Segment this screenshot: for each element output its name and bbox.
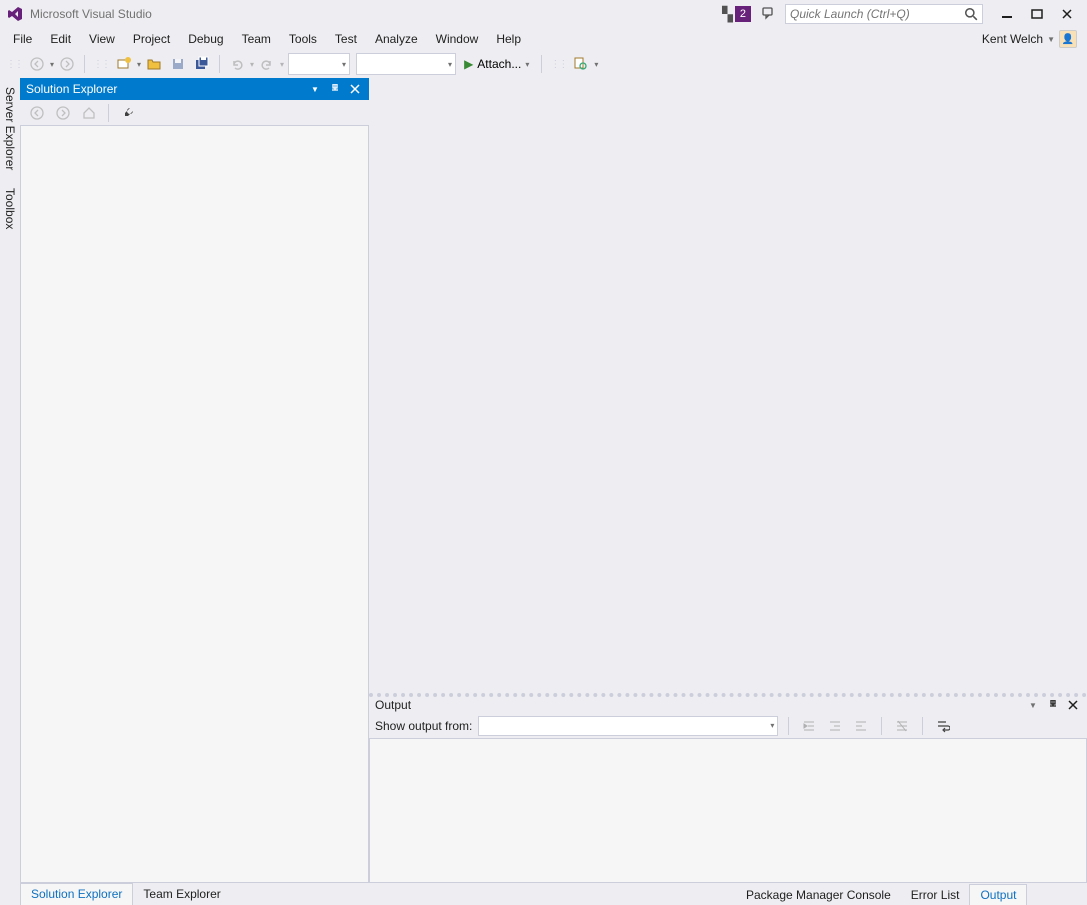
toggle-word-wrap-icon[interactable] [933, 716, 953, 736]
main-toolbar: ⋮⋮ ▾ ⋮⋮ ▾ ▾ ▾ ▾ ▾ ▶ Attach... ▾ ⋮⋮ ▾ [0, 50, 1087, 78]
grip-icon: ⋮⋮ [4, 59, 24, 70]
notification-badge[interactable]: 2 [735, 6, 751, 22]
solution-platform-dropdown[interactable]: ▾ [356, 53, 456, 75]
grip-icon: ⋮⋮ [91, 59, 111, 70]
close-panel-button[interactable] [347, 81, 363, 97]
bottom-tab-strip: Solution Explorer Team Explorer Package … [0, 883, 1087, 905]
menu-team[interactable]: Team [233, 30, 280, 48]
chevron-down-icon: ▾ [770, 721, 774, 730]
chevron-down-icon: ▼ [1047, 35, 1055, 44]
user-name: Kent Welch [982, 32, 1043, 46]
output-title: Output [375, 698, 411, 712]
menu-edit[interactable]: Edit [41, 30, 80, 48]
output-source-dropdown[interactable]: ▾ [478, 716, 778, 736]
new-project-button[interactable] [113, 53, 135, 75]
minimize-button[interactable] [999, 6, 1015, 22]
show-output-from-label: Show output from: [375, 719, 472, 733]
output-panel: Output ▼ Show output from: ▾ [369, 693, 1087, 883]
menu-view[interactable]: View [80, 30, 124, 48]
indent-left2-icon[interactable] [825, 716, 845, 736]
indent-left3-icon[interactable] [851, 716, 871, 736]
output-header: Output ▼ [369, 693, 1087, 713]
feedback-icon[interactable] [761, 6, 777, 22]
menu-test[interactable]: Test [326, 30, 366, 48]
chevron-down-icon[interactable]: ▾ [137, 60, 141, 69]
save-all-button[interactable] [191, 53, 213, 75]
redo-button[interactable] [256, 53, 278, 75]
editor-area [369, 78, 1087, 693]
chevron-down-icon[interactable]: ▾ [280, 60, 284, 69]
solution-explorer-panel: Solution Explorer ▼ [20, 78, 369, 883]
menu-debug[interactable]: Debug [179, 30, 232, 48]
pin-button[interactable] [1045, 697, 1061, 713]
vs-logo-icon [6, 5, 24, 23]
menu-tools[interactable]: Tools [280, 30, 326, 48]
output-toolbar: Show output from: ▾ [369, 713, 1087, 739]
chevron-down-icon: ▾ [525, 60, 529, 69]
window-options-button[interactable]: ▼ [1025, 697, 1041, 713]
close-panel-button[interactable] [1065, 697, 1081, 713]
close-button[interactable] [1059, 6, 1075, 22]
search-icon [964, 7, 978, 21]
menu-analyze[interactable]: Analyze [366, 30, 427, 48]
menu-project[interactable]: Project [124, 30, 179, 48]
output-text-area[interactable] [369, 739, 1087, 883]
back-button[interactable] [26, 102, 48, 124]
save-button[interactable] [167, 53, 189, 75]
tab-error-list[interactable]: Error List [901, 884, 970, 905]
undo-button[interactable] [226, 53, 248, 75]
maximize-button[interactable] [1029, 6, 1045, 22]
quick-launch-search[interactable] [785, 4, 983, 24]
solution-config-dropdown[interactable]: ▾ [288, 53, 350, 75]
chevron-down-icon[interactable]: ▾ [50, 60, 54, 69]
home-button[interactable] [78, 102, 100, 124]
chevron-down-icon: ▾ [448, 60, 452, 69]
user-menu[interactable]: Kent Welch ▼ 👤 [982, 30, 1083, 48]
open-file-button[interactable] [143, 53, 165, 75]
tab-solution-explorer[interactable]: Solution Explorer [20, 883, 133, 905]
notification-flag-icon[interactable]: ▚ [722, 6, 733, 23]
clear-all-icon[interactable] [892, 716, 912, 736]
menu-help[interactable]: Help [487, 30, 530, 48]
solution-explorer-toolbar [20, 100, 369, 126]
attach-debugger-button[interactable]: ▶ Attach... ▾ [460, 53, 535, 75]
pin-button[interactable] [327, 81, 343, 97]
nav-back-button[interactable] [26, 53, 48, 75]
app-title: Microsoft Visual Studio [30, 7, 152, 21]
solution-explorer-header: Solution Explorer ▼ [20, 78, 369, 100]
window-options-button[interactable]: ▼ [307, 81, 323, 97]
grip-icon: ⋮⋮ [548, 59, 568, 70]
forward-button[interactable] [52, 102, 74, 124]
properties-button[interactable] [117, 102, 139, 124]
left-tool-tabs: Server Explorer Toolbox [0, 78, 20, 883]
play-icon: ▶ [464, 57, 473, 71]
title-bar: Microsoft Visual Studio ▚ 2 [0, 0, 1087, 28]
menu-window[interactable]: Window [427, 30, 488, 48]
vtab-toolbox[interactable]: Toolbox [0, 181, 20, 236]
solution-explorer-title: Solution Explorer [26, 82, 117, 96]
find-in-files-button[interactable] [570, 53, 592, 75]
tab-output[interactable]: Output [969, 884, 1027, 905]
menu-bar: File Edit View Project Debug Team Tools … [0, 28, 1087, 50]
attach-label: Attach... [477, 57, 521, 71]
chevron-down-icon[interactable]: ▾ [250, 60, 254, 69]
tab-team-explorer[interactable]: Team Explorer [133, 883, 230, 905]
nav-forward-button[interactable] [56, 53, 78, 75]
user-avatar-icon: 👤 [1059, 30, 1077, 48]
chevron-down-icon[interactable]: ▾ [594, 60, 598, 69]
quick-launch-input[interactable] [790, 7, 964, 21]
solution-explorer-tree[interactable] [20, 126, 369, 883]
tab-package-manager-console[interactable]: Package Manager Console [736, 884, 901, 905]
chevron-down-icon: ▾ [342, 60, 346, 69]
indent-left-icon[interactable] [799, 716, 819, 736]
menu-file[interactable]: File [4, 30, 41, 48]
vtab-server-explorer[interactable]: Server Explorer [0, 80, 20, 177]
